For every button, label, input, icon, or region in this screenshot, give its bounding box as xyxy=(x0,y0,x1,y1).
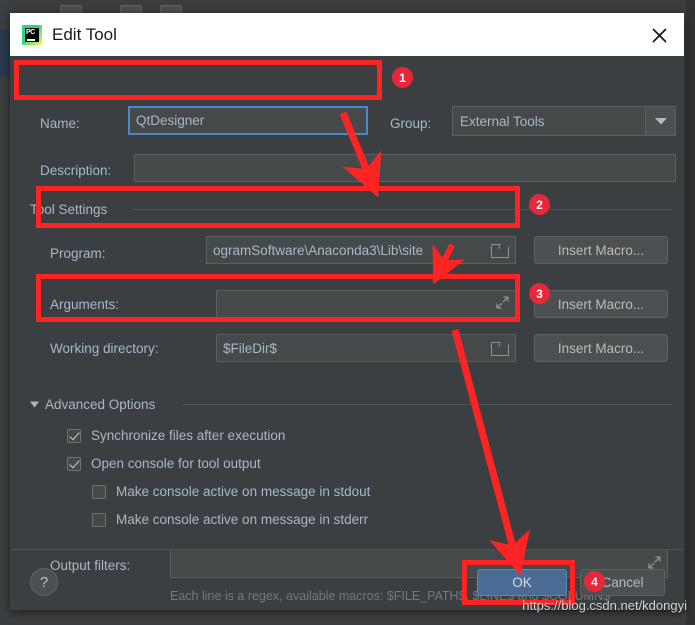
group-select[interactable]: External Tools xyxy=(452,106,676,136)
working-directory-input-value: $FileDir$ xyxy=(223,341,491,356)
program-input-value: ogramSoftware\Anaconda3\Lib\site xyxy=(213,243,491,258)
footer-separator xyxy=(10,549,684,550)
checkbox-box[interactable] xyxy=(92,485,106,499)
checkbox-synchronize-files[interactable]: Synchronize files after execution xyxy=(67,428,285,443)
arguments-insert-macro-button[interactable]: Insert Macro... xyxy=(534,290,668,318)
cancel-button[interactable]: Cancel xyxy=(580,569,665,596)
dialog-body: Name: QtDesigner Group: External Tools D… xyxy=(10,56,684,610)
tool-settings-separator xyxy=(132,209,672,210)
description-label: Description: xyxy=(40,163,111,178)
help-button[interactable]: ? xyxy=(30,568,58,596)
name-input-value: QtDesigner xyxy=(136,113,360,128)
group-label: Group: xyxy=(390,116,431,131)
checkbox-box[interactable] xyxy=(67,429,81,443)
arguments-input[interactable] xyxy=(216,290,516,318)
expand-icon[interactable] xyxy=(496,296,509,312)
checkbox-open-console[interactable]: Open console for tool output xyxy=(67,456,261,471)
ok-button[interactable]: OK xyxy=(477,569,567,596)
program-insert-macro-button[interactable]: Insert Macro... xyxy=(534,236,668,264)
working-directory-insert-macro-button[interactable]: Insert Macro... xyxy=(534,334,668,362)
working-directory-input[interactable]: $FileDir$ xyxy=(216,334,516,362)
checkbox-box[interactable] xyxy=(67,457,81,471)
checkbox-console-active-stdout[interactable]: Make console active on message in stdout xyxy=(92,484,370,499)
description-input[interactable] xyxy=(134,154,676,182)
working-directory-label: Working directory: xyxy=(50,341,159,356)
dialog-titlebar: PC Edit Tool xyxy=(10,13,684,56)
pycharm-icon: PC xyxy=(22,25,42,45)
output-filters-label: Output filters: xyxy=(50,558,130,573)
close-icon[interactable] xyxy=(644,22,674,48)
background-right-gutter xyxy=(686,0,695,625)
checkbox-console-active-stderr[interactable]: Make console active on message in stderr xyxy=(92,512,368,527)
checkbox-label: Synchronize files after execution xyxy=(91,428,285,443)
folder-icon[interactable] xyxy=(491,243,509,257)
checkbox-label: Make console active on message in stdout xyxy=(116,484,370,499)
program-input[interactable]: ogramSoftware\Anaconda3\Lib\site xyxy=(206,236,516,264)
program-label: Program: xyxy=(50,246,106,261)
tool-settings-section-title: Tool Settings xyxy=(30,202,113,217)
chevron-down-icon[interactable] xyxy=(645,107,675,135)
edit-tool-dialog: PC Edit Tool Name: QtDesigner Group: Ext… xyxy=(10,13,684,610)
checkbox-label: Open console for tool output xyxy=(91,456,261,471)
watermark-text: https://blog.csdn.net/kdongyi xyxy=(522,598,687,613)
advanced-options-toggle[interactable]: Advanced Options xyxy=(30,397,161,412)
group-select-value: External Tools xyxy=(453,114,645,129)
triangle-down-icon xyxy=(30,401,39,408)
folder-icon[interactable] xyxy=(491,341,509,355)
checkbox-label: Make console active on message in stderr xyxy=(116,512,368,527)
dialog-title: Edit Tool xyxy=(52,25,117,45)
name-label: Name: xyxy=(40,116,80,131)
advanced-options-separator xyxy=(182,404,672,405)
arguments-label: Arguments: xyxy=(50,297,119,312)
checkbox-box[interactable] xyxy=(92,513,106,527)
name-input[interactable]: QtDesigner xyxy=(128,106,368,135)
advanced-options-label: Advanced Options xyxy=(45,397,155,412)
